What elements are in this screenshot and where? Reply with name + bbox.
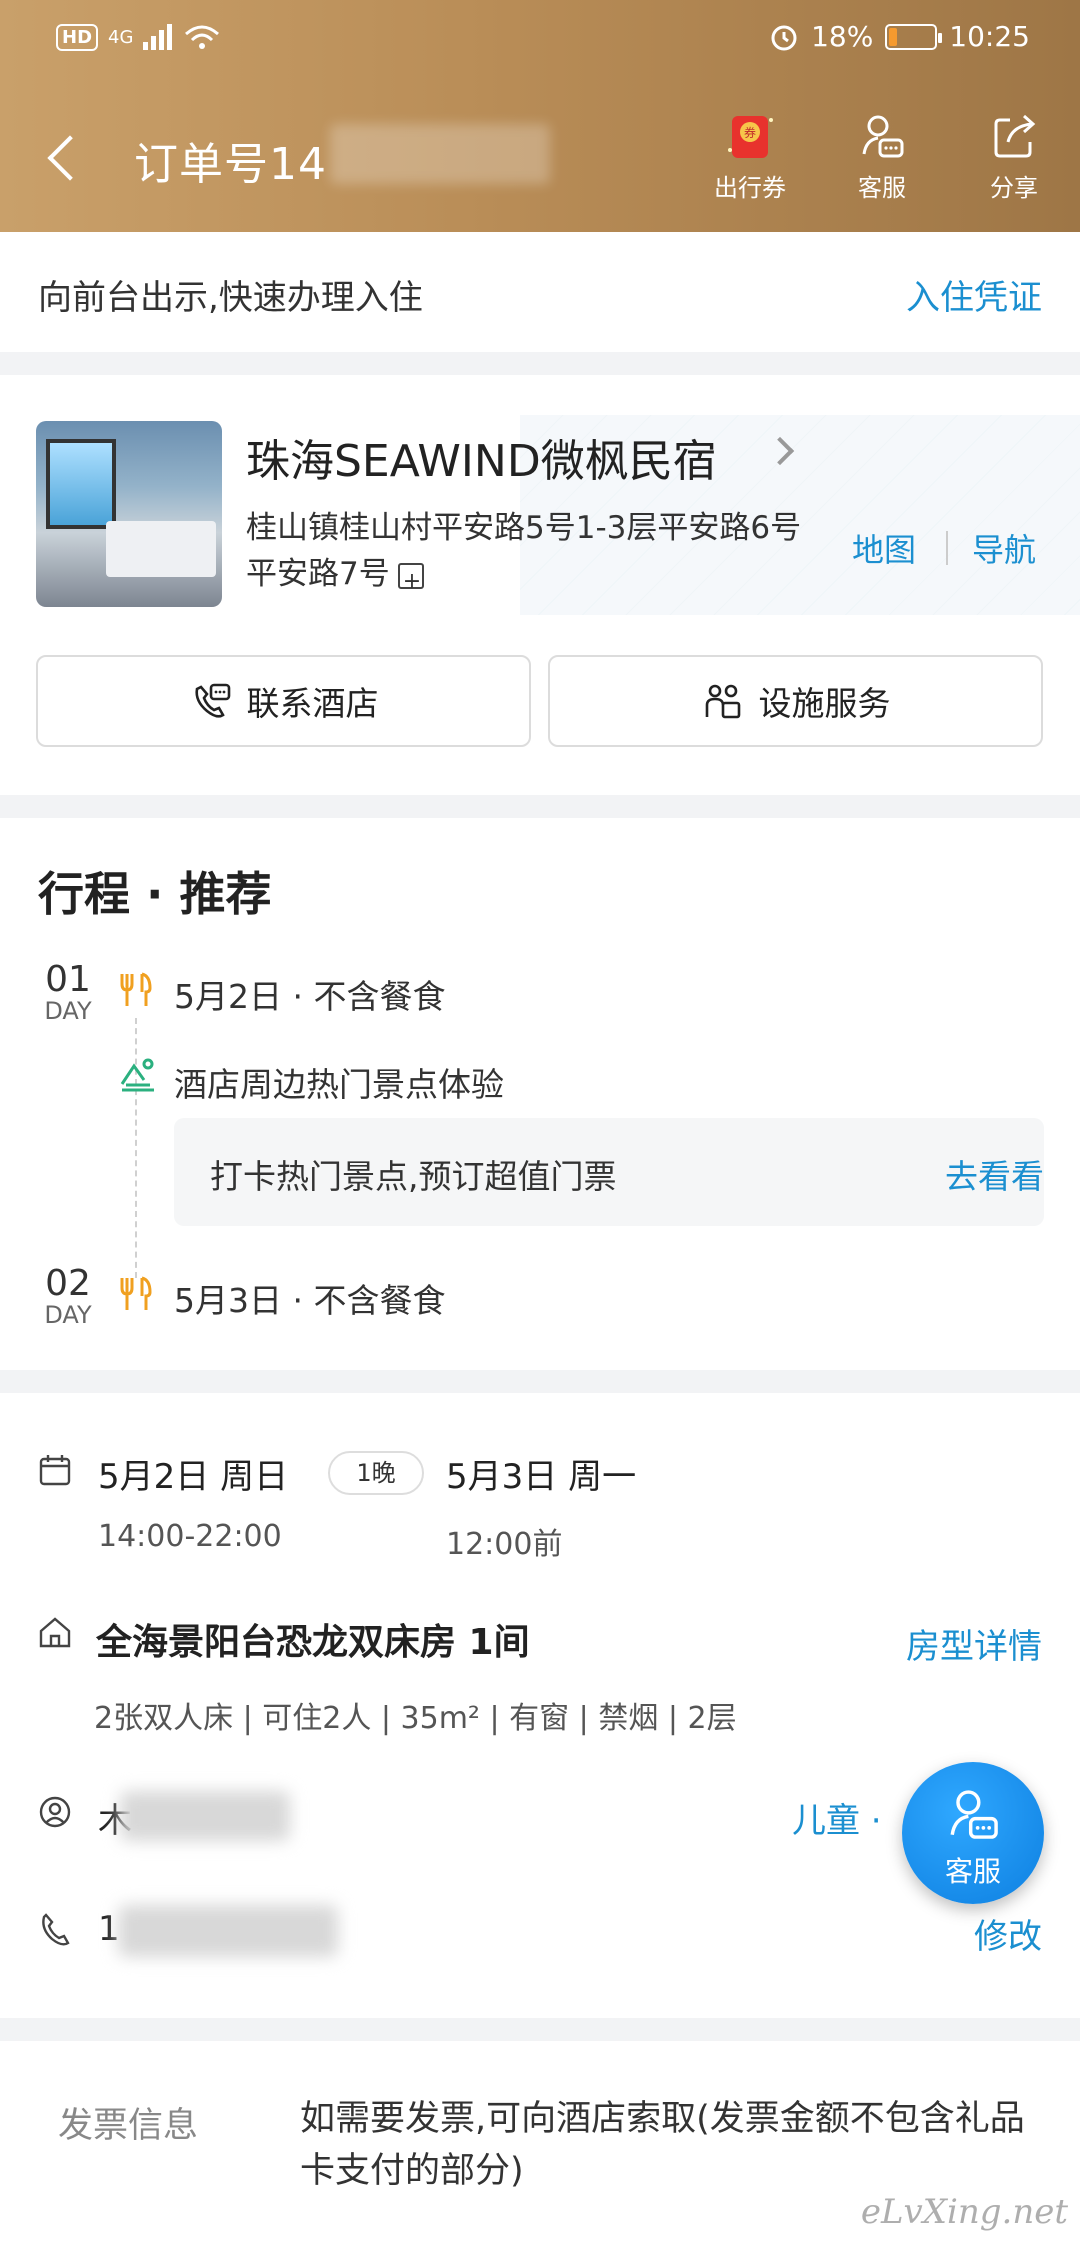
checkin-time: 14:00-22:00 — [98, 1519, 282, 1554]
svg-text:券: 券 — [744, 125, 756, 140]
recommendation-box[interactable]: 打卡热门景点,预订超值门票 去看看 — [174, 1118, 1044, 1226]
home-icon — [39, 1617, 71, 1648]
phone-prefix: 1 — [98, 1909, 120, 1949]
customer-service-icon — [856, 110, 908, 162]
facility-service-label: 设施服务 — [758, 684, 891, 723]
checkin-card: 向前台出示,快速办理入住 入住凭证 — [0, 232, 1080, 352]
facility-icon — [705, 684, 740, 719]
navigation-link[interactable]: 导航 — [972, 525, 1036, 571]
battery-icon — [885, 23, 943, 50]
day-01-marker: 01 DAY — [38, 959, 98, 1025]
day-01-text: 5月2日 · 不含餐食 — [174, 977, 446, 1016]
guest-name-redacted — [120, 1791, 290, 1841]
coupon-label: 出行券 — [714, 174, 786, 202]
clock: 10:25 — [949, 20, 1030, 53]
order-number-redacted — [330, 124, 550, 184]
hotel-name[interactable]: 珠海SEAWIND微枫民宿 — [246, 425, 717, 489]
customer-service-icon — [950, 1790, 998, 1839]
customer-service-label: 客服 — [858, 174, 906, 202]
hd-indicator: HD — [56, 23, 99, 51]
calendar-icon — [39, 1455, 71, 1486]
checkin-voucher-link[interactable]: 入住凭证 — [906, 270, 1042, 319]
coupon-button[interactable]: 券 出行券 — [690, 110, 810, 203]
meal-icon — [120, 1276, 152, 1310]
recommendation-text: 打卡热门景点,预订超值门票 — [210, 1157, 617, 1196]
hotel-card: 珠海SEAWIND微枫民宿 桂山镇桂山村平安路5号1-3层平安路6号平安路7号 … — [0, 375, 1080, 795]
status-bar: HD 4G 18% 10:25 — [0, 18, 1080, 62]
invoice-label: 发票信息 — [58, 2106, 199, 2146]
child-policy-link[interactable]: 儿童 · — [792, 1793, 882, 1842]
day-02-marker: 02 DAY — [38, 1263, 98, 1329]
header-bar: HD 4G 18% 10:25 订单号14 券 出行券 客服 分享 — [0, 0, 1080, 232]
link-divider — [946, 531, 948, 565]
day-label: DAY — [44, 997, 92, 1025]
nights-badge: 1晚 — [328, 1451, 424, 1495]
checkin-date: 5月2日 周日 — [98, 1457, 289, 1497]
day-number: 02 — [45, 1263, 91, 1304]
checkout-time: 12:00前 — [446, 1527, 563, 1562]
contact-hotel-button[interactable]: 联系酒店 — [36, 655, 531, 747]
wifi-icon — [185, 25, 220, 49]
hotel-photo[interactable] — [36, 421, 222, 607]
facility-service-button[interactable]: 设施服务 — [548, 655, 1043, 747]
attraction-icon — [120, 1058, 154, 1092]
itinerary-card: 行程 · 推荐 01 DAY 5月2日 · 不含餐食 酒店周边热门景点体验 打卡… — [0, 818, 1080, 1370]
room-type: 全海景阳台恐龙双床房 1间 — [96, 1622, 530, 1663]
room-detail-link[interactable]: 房型详情 — [906, 1619, 1042, 1668]
copy-icon[interactable] — [397, 559, 424, 605]
fab-label: 客服 — [944, 1855, 1001, 1888]
invoice-text: 如需要发票,可向酒店索取(发票金额不包含礼品卡支付的部分) — [300, 2099, 1025, 2191]
order-number: 订单号14 — [134, 139, 327, 190]
watermark: eLvXing.net — [860, 2192, 1068, 2232]
phone-redacted — [118, 1905, 338, 1957]
nav-bar: 订单号14 券 出行券 客服 分享 — [0, 110, 1080, 210]
back-arrow-icon[interactable] — [42, 134, 82, 182]
battery-percent: 18% — [811, 20, 874, 53]
user-icon — [39, 1796, 71, 1828]
day-label: DAY — [44, 1301, 92, 1329]
share-label: 分享 — [990, 174, 1038, 202]
signal-icon — [143, 24, 173, 50]
hotel-address-text: 桂山镇桂山村平安路5号1-3层平安路6号平安路7号 — [246, 510, 802, 592]
attraction-text: 酒店周边热门景点体验 — [174, 1065, 504, 1104]
customer-service-fab[interactable]: 客服 — [902, 1762, 1044, 1904]
day-number: 01 — [45, 959, 91, 1000]
hotel-address: 桂山镇桂山村平安路5号1-3层平安路6号平安路7号 — [246, 505, 826, 605]
contact-hotel-label: 联系酒店 — [246, 684, 379, 723]
invoice-card: 发票信息 如需要发票,可向酒店索取(发票金额不包含礼品卡支付的部分) eLvXi… — [0, 2041, 1080, 2244]
room-features: 2张双人床 | 可住2人 | 35m² | 有窗 | 禁烟 | 2层 — [94, 1701, 737, 1736]
booking-card: 5月2日 周日 1晚 5月3日 周一 14:00-22:00 12:00前 全海… — [0, 1393, 1080, 2018]
checkout-date: 5月3日 周一 — [446, 1457, 637, 1497]
network-type: 4G — [108, 26, 134, 48]
coupon-icon: 券 — [724, 110, 776, 162]
customer-service-button[interactable]: 客服 — [822, 110, 942, 203]
day-02-text: 5月3日 · 不含餐食 — [174, 1281, 446, 1320]
checkin-hint: 向前台出示,快速办理入住 — [38, 278, 423, 318]
meal-icon — [120, 972, 152, 1006]
phone-icon — [42, 1913, 70, 1946]
modify-link[interactable]: 修改 — [974, 1909, 1042, 1958]
map-link[interactable]: 地图 — [852, 525, 916, 571]
share-button[interactable]: 分享 — [954, 110, 1074, 203]
battery-fill — [889, 27, 898, 46]
itinerary-title: 行程 · 推荐 — [38, 867, 272, 921]
phone-chat-icon — [194, 683, 230, 718]
share-icon — [988, 110, 1040, 162]
go-see-link[interactable]: 去看看 — [945, 1150, 1044, 1198]
alarm-icon — [771, 25, 797, 50]
